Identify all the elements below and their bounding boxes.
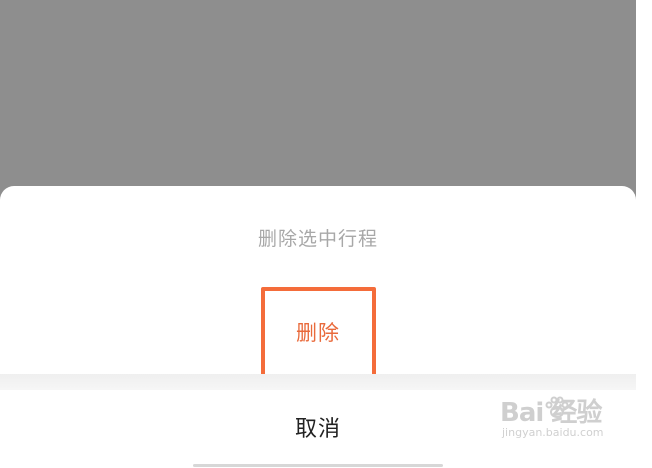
screen: 删除选中行程 删除 取消 Bai 经验 jingyan.baidu.com (0, 0, 652, 468)
home-indicator (193, 464, 443, 467)
action-sheet-separator (0, 374, 636, 390)
paw-icon (545, 396, 569, 418)
watermark-url: jingyan.baidu.com (502, 426, 604, 439)
baidu-jingyan-watermark: Bai 经验 jingyan.baidu.com (500, 392, 650, 444)
action-sheet-title: 删除选中行程 (257, 228, 378, 250)
highlight-annotation-box (261, 287, 376, 383)
